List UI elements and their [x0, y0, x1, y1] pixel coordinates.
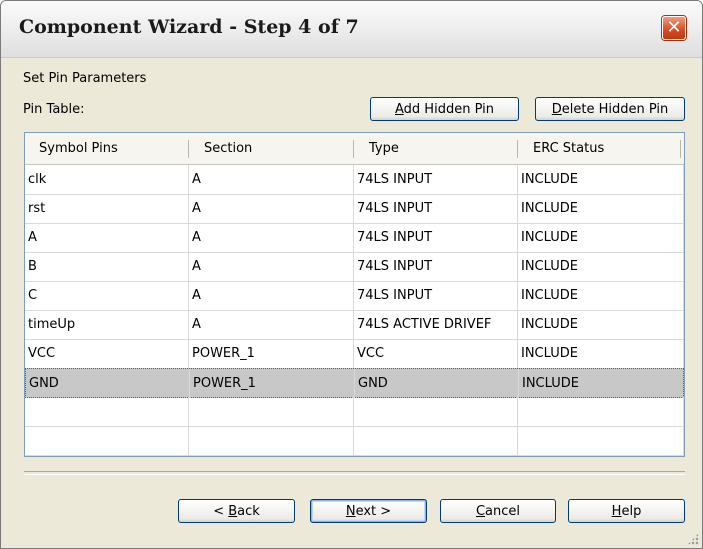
table-cell[interactable]: A	[189, 194, 354, 223]
close-icon: ✕	[666, 17, 682, 38]
column-divider[interactable]	[188, 140, 189, 158]
table-cell[interactable]: VCC	[25, 339, 189, 368]
table-cell[interactable]: INCLUDE	[519, 369, 684, 398]
delete-hidden-pin-button[interactable]: Delete Hidden Pin	[535, 97, 685, 121]
table-cell[interactable]	[354, 426, 518, 455]
table-cell[interactable]: 74LS INPUT	[354, 252, 518, 281]
table-cell[interactable]	[354, 397, 518, 426]
table-cell[interactable]: rst	[25, 194, 189, 223]
table-row[interactable]: clk A 74LS INPUT INCLUDE	[25, 165, 684, 195]
table-cell[interactable]	[518, 426, 684, 455]
table-cell[interactable]	[25, 397, 189, 426]
table-row[interactable]: GND POWER_1 GND INCLUDE	[25, 368, 684, 398]
component-wizard-dialog: Component Wizard - Step 4 of 7 ✕ Set Pin…	[0, 0, 703, 549]
close-button[interactable]: ✕	[662, 16, 686, 40]
table-cell[interactable]: clk	[25, 165, 189, 194]
table-cell[interactable]: A	[25, 223, 189, 252]
table-cell[interactable]: POWER_1	[189, 339, 354, 368]
cancel-button[interactable]: Cancel	[440, 499, 556, 523]
column-divider[interactable]	[517, 140, 518, 158]
window-title: Component Wizard - Step 4 of 7	[19, 16, 359, 38]
table-cell[interactable]	[189, 426, 354, 455]
table-row[interactable]: C A 74LS INPUT INCLUDE	[25, 281, 684, 311]
table-cell[interactable]: INCLUDE	[518, 223, 684, 252]
table-cell[interactable]: A	[189, 310, 354, 339]
table-cell[interactable]: INCLUDE	[518, 165, 684, 194]
table-row[interactable]	[25, 397, 684, 427]
footer-divider	[24, 471, 685, 475]
resize-grip-icon[interactable]	[687, 533, 699, 545]
column-header-symbol-pins[interactable]: Symbol Pins	[39, 133, 118, 164]
table-row[interactable]: timeUp A 74LS ACTIVE DRIVEF INCLUDE	[25, 310, 684, 340]
title-bar[interactable]: Component Wizard - Step 4 of 7 ✕	[1, 1, 702, 58]
table-row[interactable]	[25, 426, 684, 456]
table-cell[interactable]: GND	[26, 369, 190, 398]
table-cell[interactable]: 74LS ACTIVE DRIVEF	[354, 310, 518, 339]
table-cell[interactable]: A	[189, 252, 354, 281]
table-cell[interactable]: INCLUDE	[518, 339, 684, 368]
table-row[interactable]: VCC POWER_1 VCC INCLUDE	[25, 339, 684, 369]
table-row[interactable]: rst A 74LS INPUT INCLUDE	[25, 194, 684, 224]
table-cell[interactable]: INCLUDE	[518, 194, 684, 223]
table-cell[interactable]: POWER_1	[190, 369, 355, 398]
table-cell[interactable]: A	[189, 165, 354, 194]
table-cell[interactable]: 74LS INPUT	[354, 281, 518, 310]
column-header-section[interactable]: Section	[204, 133, 252, 164]
pin-table-label: Pin Table:	[23, 102, 85, 117]
table-cell[interactable]: GND	[355, 369, 519, 398]
table-cell[interactable]: 74LS INPUT	[354, 223, 518, 252]
table-cell[interactable]: INCLUDE	[518, 281, 684, 310]
set-pin-parameters-label: Set Pin Parameters	[23, 71, 147, 86]
table-cell[interactable]: timeUp	[25, 310, 189, 339]
table-cell[interactable]: INCLUDE	[518, 252, 684, 281]
table-cell[interactable]: B	[25, 252, 189, 281]
column-header-type[interactable]: Type	[369, 133, 399, 164]
table-row[interactable]: B A 74LS INPUT INCLUDE	[25, 252, 684, 282]
table-cell[interactable]: A	[189, 223, 354, 252]
table-cell[interactable]: C	[25, 281, 189, 310]
table-cell[interactable]	[189, 397, 354, 426]
table-cell[interactable]: VCC	[354, 339, 518, 368]
add-hidden-pin-button[interactable]: Add Hidden Pin	[370, 97, 519, 121]
table-cell[interactable]: 74LS INPUT	[354, 165, 518, 194]
table-cell[interactable]: INCLUDE	[518, 310, 684, 339]
pin-table[interactable]: Symbol Pins Section Type ERC Status clk A…	[24, 132, 685, 457]
pin-table-header: Symbol Pins Section Type ERC Status	[25, 133, 684, 165]
column-divider[interactable]	[353, 140, 354, 158]
table-cell[interactable]: 74LS INPUT	[354, 194, 518, 223]
next-button[interactable]: Next >	[310, 499, 427, 523]
table-cell[interactable]: A	[189, 281, 354, 310]
column-divider[interactable]	[680, 140, 681, 158]
back-button[interactable]: < Back	[178, 499, 295, 523]
column-header-erc-status[interactable]: ERC Status	[533, 133, 604, 164]
help-button[interactable]: Help	[568, 499, 685, 523]
table-row[interactable]: A A 74LS INPUT INCLUDE	[25, 223, 684, 253]
table-cell[interactable]	[518, 397, 684, 426]
table-cell[interactable]	[25, 426, 189, 455]
